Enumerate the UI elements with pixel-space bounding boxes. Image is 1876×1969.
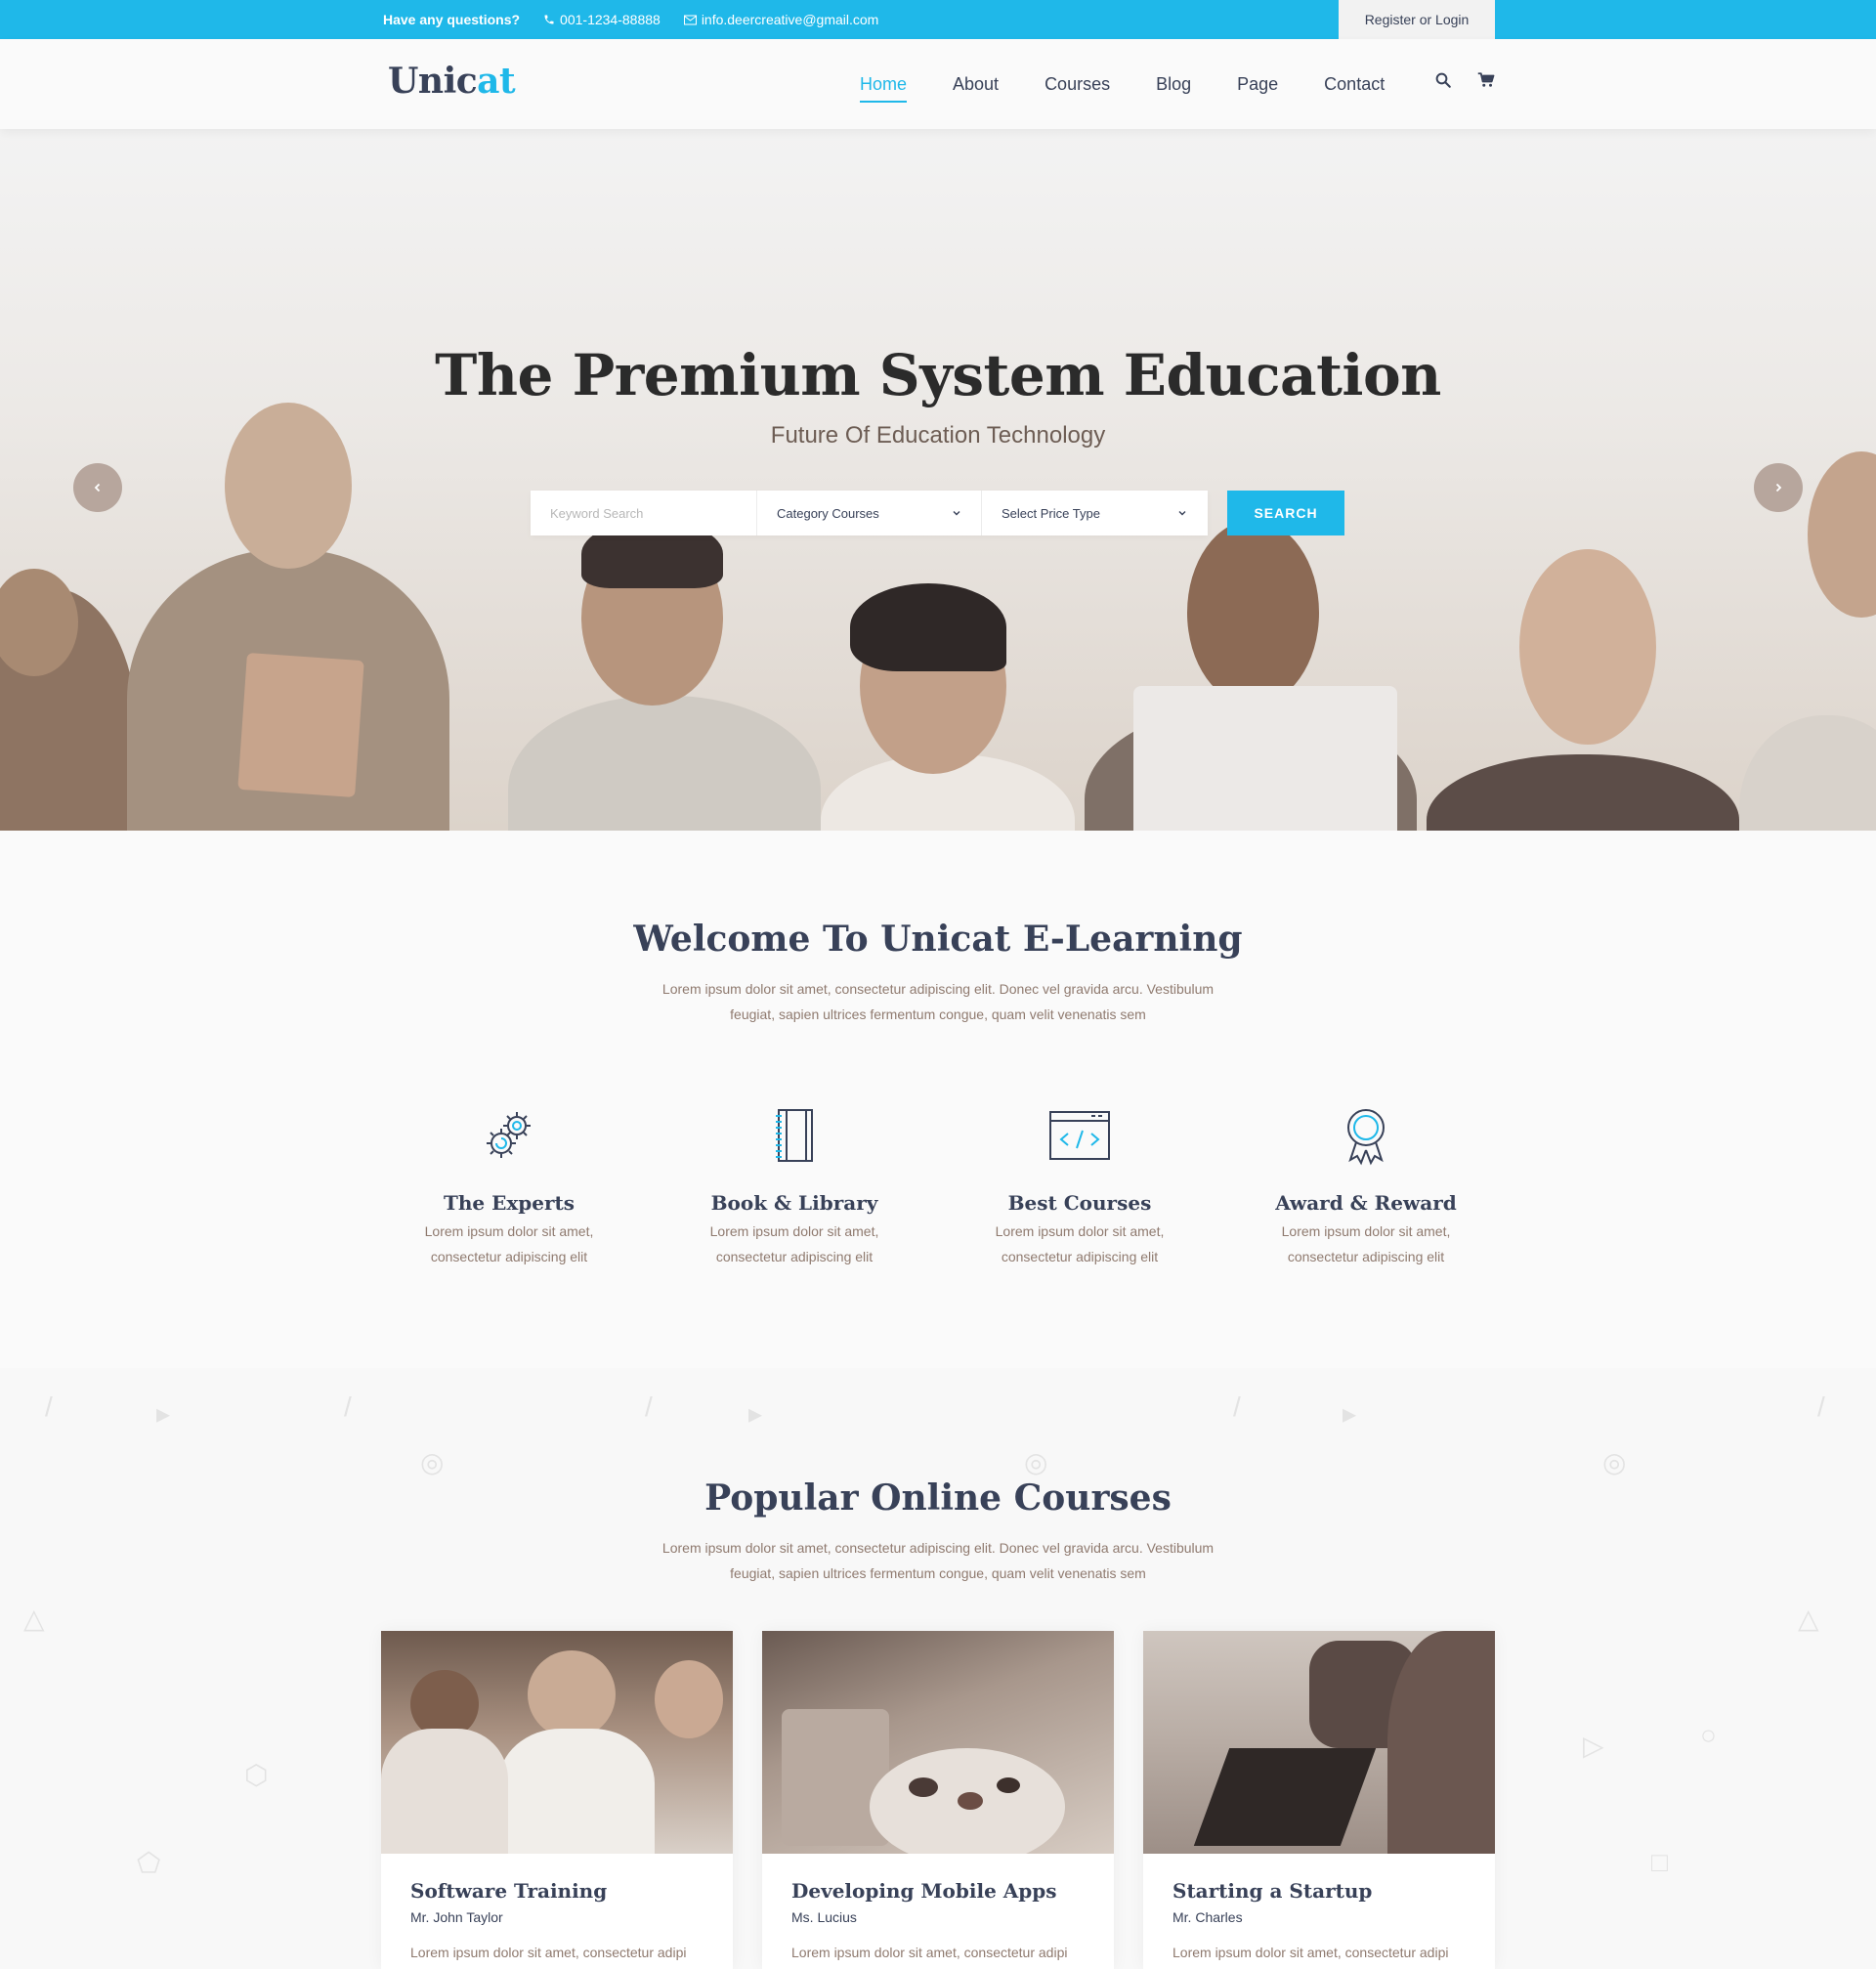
- feature-best-courses[interactable]: Best Courses Lorem ipsum dolor sit amet,…: [972, 1104, 1187, 1269]
- cart-icon[interactable]: [1477, 71, 1495, 89]
- course-image[interactable]: [762, 1631, 1114, 1854]
- feature-title: Book & Library: [710, 1191, 878, 1215]
- course-author: Mr. Charles: [1172, 1909, 1243, 1925]
- category-select-value: Category Courses: [777, 505, 879, 521]
- logo-accent: at: [477, 61, 516, 102]
- feature-title: Award & Reward: [1275, 1191, 1457, 1215]
- nav-courses[interactable]: Courses: [1045, 68, 1110, 101]
- hero-title: The Premium System Education: [435, 342, 1441, 408]
- nav-blog[interactable]: Blog: [1156, 68, 1191, 101]
- feature-text-line: Lorem ipsum dolor sit amet,: [424, 1223, 594, 1239]
- courses-text-line: feugiat, sapien ultrices fermentum congu…: [730, 1565, 1146, 1581]
- top-bar: Have any questions? 001-1234-88888 info.…: [0, 0, 1876, 39]
- search-icon[interactable]: [1434, 71, 1452, 89]
- feature-text: Lorem ipsum dolor sit amet, consectetur …: [402, 1219, 617, 1269]
- main-header: Unicat Home About Courses Blog Page Cont…: [0, 39, 1876, 129]
- welcome-text: Lorem ipsum dolor sit amet, consectetur …: [645, 976, 1231, 1027]
- course-author: Mr. John Taylor: [410, 1909, 503, 1925]
- keyword-search-input[interactable]: Keyword Search: [531, 491, 757, 535]
- welcome-text-line: Lorem ipsum dolor sit amet, consectetur …: [661, 981, 1215, 997]
- course-description: Lorem ipsum dolor sit amet, consectetur …: [1172, 1945, 1449, 1960]
- header-icons: [1434, 71, 1495, 89]
- code-window-icon: [1049, 1111, 1110, 1160]
- slider-next-button[interactable]: [1754, 463, 1803, 512]
- hero-slider: The Premium System Education Future Of E…: [0, 129, 1876, 831]
- course-description: Lorem ipsum dolor sit amet, consectetur …: [410, 1945, 687, 1960]
- nav-contact[interactable]: Contact: [1324, 68, 1385, 101]
- feature-experts[interactable]: The Experts Lorem ipsum dolor sit amet, …: [402, 1104, 617, 1269]
- hero-subtitle: Future Of Education Technology: [770, 422, 1106, 449]
- courses-text-line: Lorem ipsum dolor sit amet, consectetur …: [661, 1540, 1215, 1556]
- courses-title: Popular Online Courses: [704, 1477, 1172, 1519]
- course-card[interactable]: Starting a Startup Mr. Charles Lorem ips…: [1143, 1631, 1495, 1969]
- slider-prev-button[interactable]: [73, 463, 122, 512]
- feature-text: Lorem ipsum dolor sit amet, consectetur …: [972, 1219, 1187, 1269]
- feature-text-line: consectetur adipiscing elit: [1287, 1249, 1445, 1264]
- search-button[interactable]: SEARCH: [1227, 491, 1344, 535]
- email-address: info.deercreative@gmail.com: [701, 12, 879, 27]
- course-search-form: Keyword Search Category Courses Select P…: [531, 491, 1208, 535]
- course-author: Ms. Lucius: [791, 1909, 857, 1925]
- price-type-select[interactable]: Select Price Type: [982, 491, 1207, 535]
- feature-title: The Experts: [443, 1191, 576, 1215]
- feature-text-line: consectetur adipiscing elit: [715, 1249, 874, 1264]
- feature-book-library[interactable]: Book & Library Lorem ipsum dolor sit ame…: [687, 1104, 902, 1269]
- feature-award-reward[interactable]: Award & Reward Lorem ipsum dolor sit ame…: [1258, 1104, 1473, 1269]
- email-link[interactable]: info.deercreative@gmail.com: [683, 12, 879, 27]
- nav-about[interactable]: About: [953, 68, 999, 101]
- feature-text-line: Lorem ipsum dolor sit amet,: [709, 1223, 879, 1239]
- course-title[interactable]: Starting a Startup: [1172, 1879, 1372, 1903]
- welcome-title: Welcome To Unicat E-Learning: [633, 919, 1243, 960]
- register-login-button[interactable]: Register or Login: [1339, 0, 1495, 39]
- course-title[interactable]: Developing Mobile Apps: [791, 1879, 1057, 1903]
- nav-page[interactable]: Page: [1237, 68, 1278, 101]
- book-icon: [776, 1109, 813, 1162]
- course-description: Lorem ipsum dolor sit amet, consectetur …: [791, 1945, 1068, 1960]
- gears-icon: [487, 1112, 531, 1158]
- main-nav: Home About Courses Blog Page Contact: [860, 39, 1430, 129]
- course-title[interactable]: Software Training: [410, 1879, 607, 1903]
- logo-main: Unic: [388, 61, 478, 102]
- envelope-icon: [683, 15, 697, 24]
- feature-text-line: consectetur adipiscing elit: [1001, 1249, 1159, 1264]
- course-card[interactable]: Software Training Mr. John Taylor Lorem …: [381, 1631, 733, 1969]
- feature-text-line: consectetur adipiscing elit: [430, 1249, 588, 1264]
- contact-info: Have any questions? 001-1234-88888 info.…: [383, 0, 878, 39]
- phone-icon: [544, 15, 554, 24]
- category-select[interactable]: Category Courses: [757, 491, 982, 535]
- site-logo[interactable]: Unicat: [388, 61, 516, 102]
- feature-text-line: Lorem ipsum dolor sit amet,: [1281, 1223, 1451, 1239]
- feature-text: Lorem ipsum dolor sit amet, consectetur …: [1258, 1219, 1473, 1269]
- course-card[interactable]: Developing Mobile Apps Ms. Lucius Lorem …: [762, 1631, 1114, 1969]
- phone-link[interactable]: 001-1234-88888: [543, 12, 661, 27]
- price-select-value: Select Price Type: [1002, 505, 1100, 521]
- question-text: Have any questions?: [383, 12, 521, 27]
- phone-number: 001-1234-88888: [560, 12, 661, 27]
- course-image[interactable]: [1143, 1631, 1495, 1854]
- chevron-left-icon: [94, 483, 101, 492]
- feature-text-line: Lorem ipsum dolor sit amet,: [995, 1223, 1165, 1239]
- courses-text: Lorem ipsum dolor sit amet, consectetur …: [645, 1535, 1231, 1586]
- chevron-right-icon: [1775, 483, 1782, 492]
- feature-title: Best Courses: [1007, 1191, 1152, 1215]
- feature-text: Lorem ipsum dolor sit amet, consectetur …: [687, 1219, 902, 1269]
- course-image[interactable]: [381, 1631, 733, 1854]
- chevron-down-icon: [1178, 511, 1186, 516]
- welcome-text-line: feugiat, sapien ultrices fermentum congu…: [730, 1006, 1146, 1022]
- award-icon: [1347, 1109, 1385, 1166]
- nav-home[interactable]: Home: [860, 68, 908, 103]
- chevron-down-icon: [953, 511, 960, 516]
